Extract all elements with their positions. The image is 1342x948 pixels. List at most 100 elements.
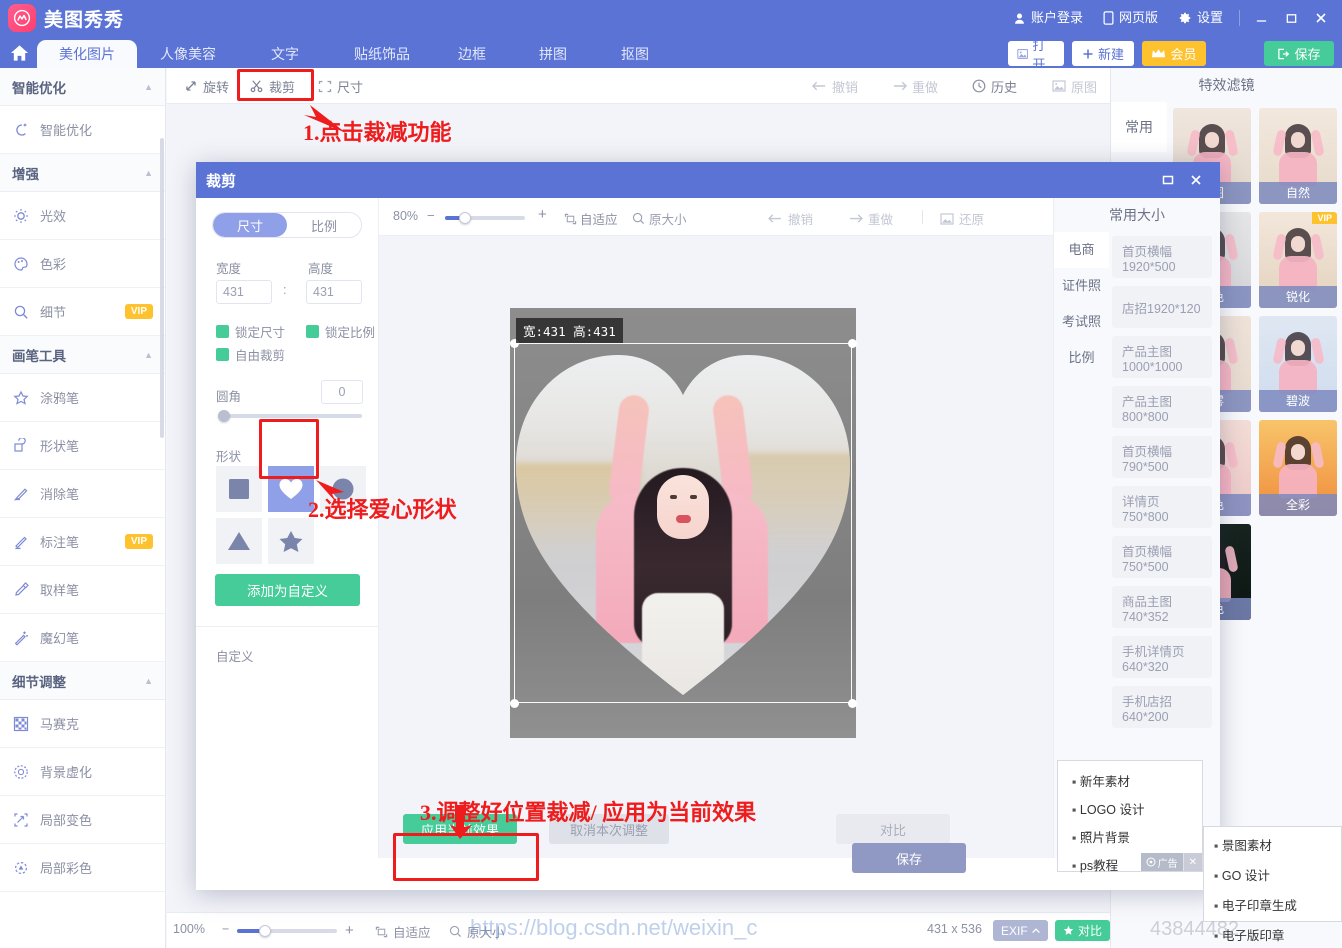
sidebar-item-7[interactable]: 涂鸦笔 [0,374,165,422]
zoom-slider[interactable] [237,925,337,937]
maximize-button[interactable] [1276,0,1306,36]
ad-item[interactable]: 景图素材 [1214,835,1341,854]
account-login-button[interactable]: 账户登录 [1003,0,1093,36]
add-custom-button[interactable]: 添加为自定义 [215,574,360,606]
width-input[interactable] [216,280,272,304]
save-button-dialog[interactable]: 保存 [852,843,966,873]
sidebar-group-13[interactable]: 细节调整 ▲ [0,662,165,700]
open-button[interactable]: 打开 [1008,38,1064,72]
compare-button[interactable]: 对比 [836,814,950,844]
filter-thumb-3[interactable]: 锐化 VIP [1259,212,1337,308]
sidebar-group-0[interactable]: 智能优化 ▲ [0,68,165,106]
zoom-slider-knob[interactable] [259,925,271,937]
sidebar-item-5[interactable]: 细节 VIP [0,288,165,336]
ad-close-button[interactable]: ✕ [1182,853,1202,871]
crop-reset-button[interactable]: 还原 [940,209,984,228]
new-button[interactable]: 新建 [1072,41,1134,66]
size-preset-0[interactable]: 首页横幅1920*500 [1112,236,1212,278]
sidebar-item-16[interactable]: 局部变色 [0,796,165,844]
corner-radius-slider[interactable] [218,410,362,422]
undo-button[interactable]: 撤销 [812,75,858,97]
corner-slider-knob[interactable] [218,410,230,422]
segment-ratio[interactable]: 比例 [287,213,361,237]
size-preset-1[interactable]: 店招1920*120 [1112,286,1212,328]
actual-size-button[interactable]: 原大小 [449,922,505,941]
close-button[interactable] [1306,0,1336,36]
shape-star[interactable] [268,518,314,564]
size-preset-5[interactable]: 详情页750*800 [1112,486,1212,528]
sidebar-item-3[interactable]: 光效 [0,192,165,240]
sidebar-item-8[interactable]: 形状笔 [0,422,165,470]
ad-box-secondary[interactable]: 景图素材 GO 设计 电子印章生成 电子版印章 [1203,826,1342,943]
ad-item[interactable]: 新年素材 [1072,771,1202,790]
ad-box-primary[interactable]: 新年素材 LOGO 设计 照片背景 ps教程 广告 ✕ [1057,760,1203,873]
exif-button[interactable]: EXIF [993,920,1048,941]
tab-stickers[interactable]: 贴纸饰品 [333,40,431,68]
size-preset-7[interactable]: 商品主图740*352 [1112,586,1212,628]
lock-size-checkbox[interactable]: 锁定尺寸 [216,322,285,341]
home-button[interactable] [5,40,33,66]
ad-item[interactable]: GO 设计 [1214,865,1341,884]
crop-handle-bl[interactable] [510,699,519,708]
crop-preview-area[interactable]: 80% − + 自适应 原大小 撤销 重做 还原 宽:431 高:431 [379,198,1053,858]
tab-beautify-photo[interactable]: 美化图片 [37,40,137,68]
tab-portrait-beauty[interactable]: 人像美容 [139,40,237,68]
sidebar-item-10[interactable]: 标注笔 VIP [0,518,165,566]
sidebar-item-15[interactable]: 背景虚化 [0,748,165,796]
height-input[interactable] [306,280,362,304]
size-tool[interactable]: 尺寸 [318,75,363,97]
tab-border[interactable]: 边框 [433,40,511,68]
filter-thumb-5[interactable]: 碧波 [1259,316,1337,412]
sidebar-group-2[interactable]: 增强 ▲ [0,154,165,192]
filter-category-0[interactable]: 常用 [1111,102,1167,152]
size-preset-3[interactable]: 产品主图800*800 [1112,386,1212,428]
sidebar-scrollbar[interactable] [160,138,164,438]
fit-button[interactable]: 自适应 [375,922,431,941]
web-version-button[interactable]: 网页版 [1093,0,1168,36]
sidebar-group-6[interactable]: 画笔工具 ▲ [0,336,165,374]
size-preset-2[interactable]: 产品主图1000*1000 [1112,336,1212,378]
size-preset-6[interactable]: 首页横幅750*500 [1112,536,1212,578]
sidebar-item-1[interactable]: 智能优化 [0,106,165,154]
crop-fit-button[interactable]: 自适应 [564,209,618,228]
crop-zoom-knob[interactable] [459,212,471,224]
sidebar-item-4[interactable]: 色彩 [0,240,165,288]
crop-undo-button[interactable]: 撤销 [768,209,813,228]
ad-item[interactable]: LOGO 设计 [1072,799,1202,818]
dialog-close-button[interactable] [1182,162,1210,198]
ad-item[interactable]: 电子印章生成 [1214,895,1341,914]
shape-triangle[interactable] [216,518,262,564]
zoom-out-button[interactable]: − [222,922,229,936]
vip-button[interactable]: 会员 [1142,41,1206,66]
save-button[interactable]: 保存 [1264,41,1334,66]
sidebar-item-17[interactable]: 局部彩色 [0,844,165,892]
crop-selection-rect[interactable] [514,343,852,703]
original-button[interactable]: 原图 [1052,75,1097,97]
lock-ratio-checkbox[interactable]: 锁定比例 [306,322,375,341]
tab-text[interactable]: 文字 [239,40,331,68]
corner-radius-input[interactable] [321,380,363,404]
redo-button[interactable]: 重做 [892,75,938,97]
size-preset-4[interactable]: 首页横幅790*500 [1112,436,1212,478]
crop-handle-tr[interactable] [848,339,857,348]
history-button[interactable]: 历史 [972,75,1017,97]
segment-size[interactable]: 尺寸 [213,213,287,237]
ad-item[interactable]: 电子版印章 [1214,925,1341,944]
rotate-tool[interactable]: 旋转 [184,75,229,97]
size-preset-9[interactable]: 手机店招640*200 [1112,686,1212,728]
crop-zoom-in-button[interactable]: + [538,206,547,223]
dialog-maximize-button[interactable] [1154,162,1182,198]
zoom-in-button[interactable]: + [345,922,354,939]
crop-actual-button[interactable]: 原大小 [632,209,687,228]
sidebar-item-11[interactable]: 取样笔 [0,566,165,614]
crop-zoom-out-button[interactable]: − [427,208,435,223]
crop-image-wrapper[interactable]: 宽:431 高:431 [510,308,857,738]
tab-collage[interactable]: 拼图 [513,40,593,68]
ad-item[interactable]: 照片背景 [1072,827,1202,846]
filter-thumb-7[interactable]: 全彩 [1259,420,1337,516]
crop-handle-br[interactable] [848,699,857,708]
crop-redo-button[interactable]: 重做 [848,209,893,228]
minimize-button[interactable] [1246,0,1276,36]
size-category-1[interactable]: 证件照 [1054,268,1109,304]
settings-button[interactable]: 设置 [1168,0,1233,36]
